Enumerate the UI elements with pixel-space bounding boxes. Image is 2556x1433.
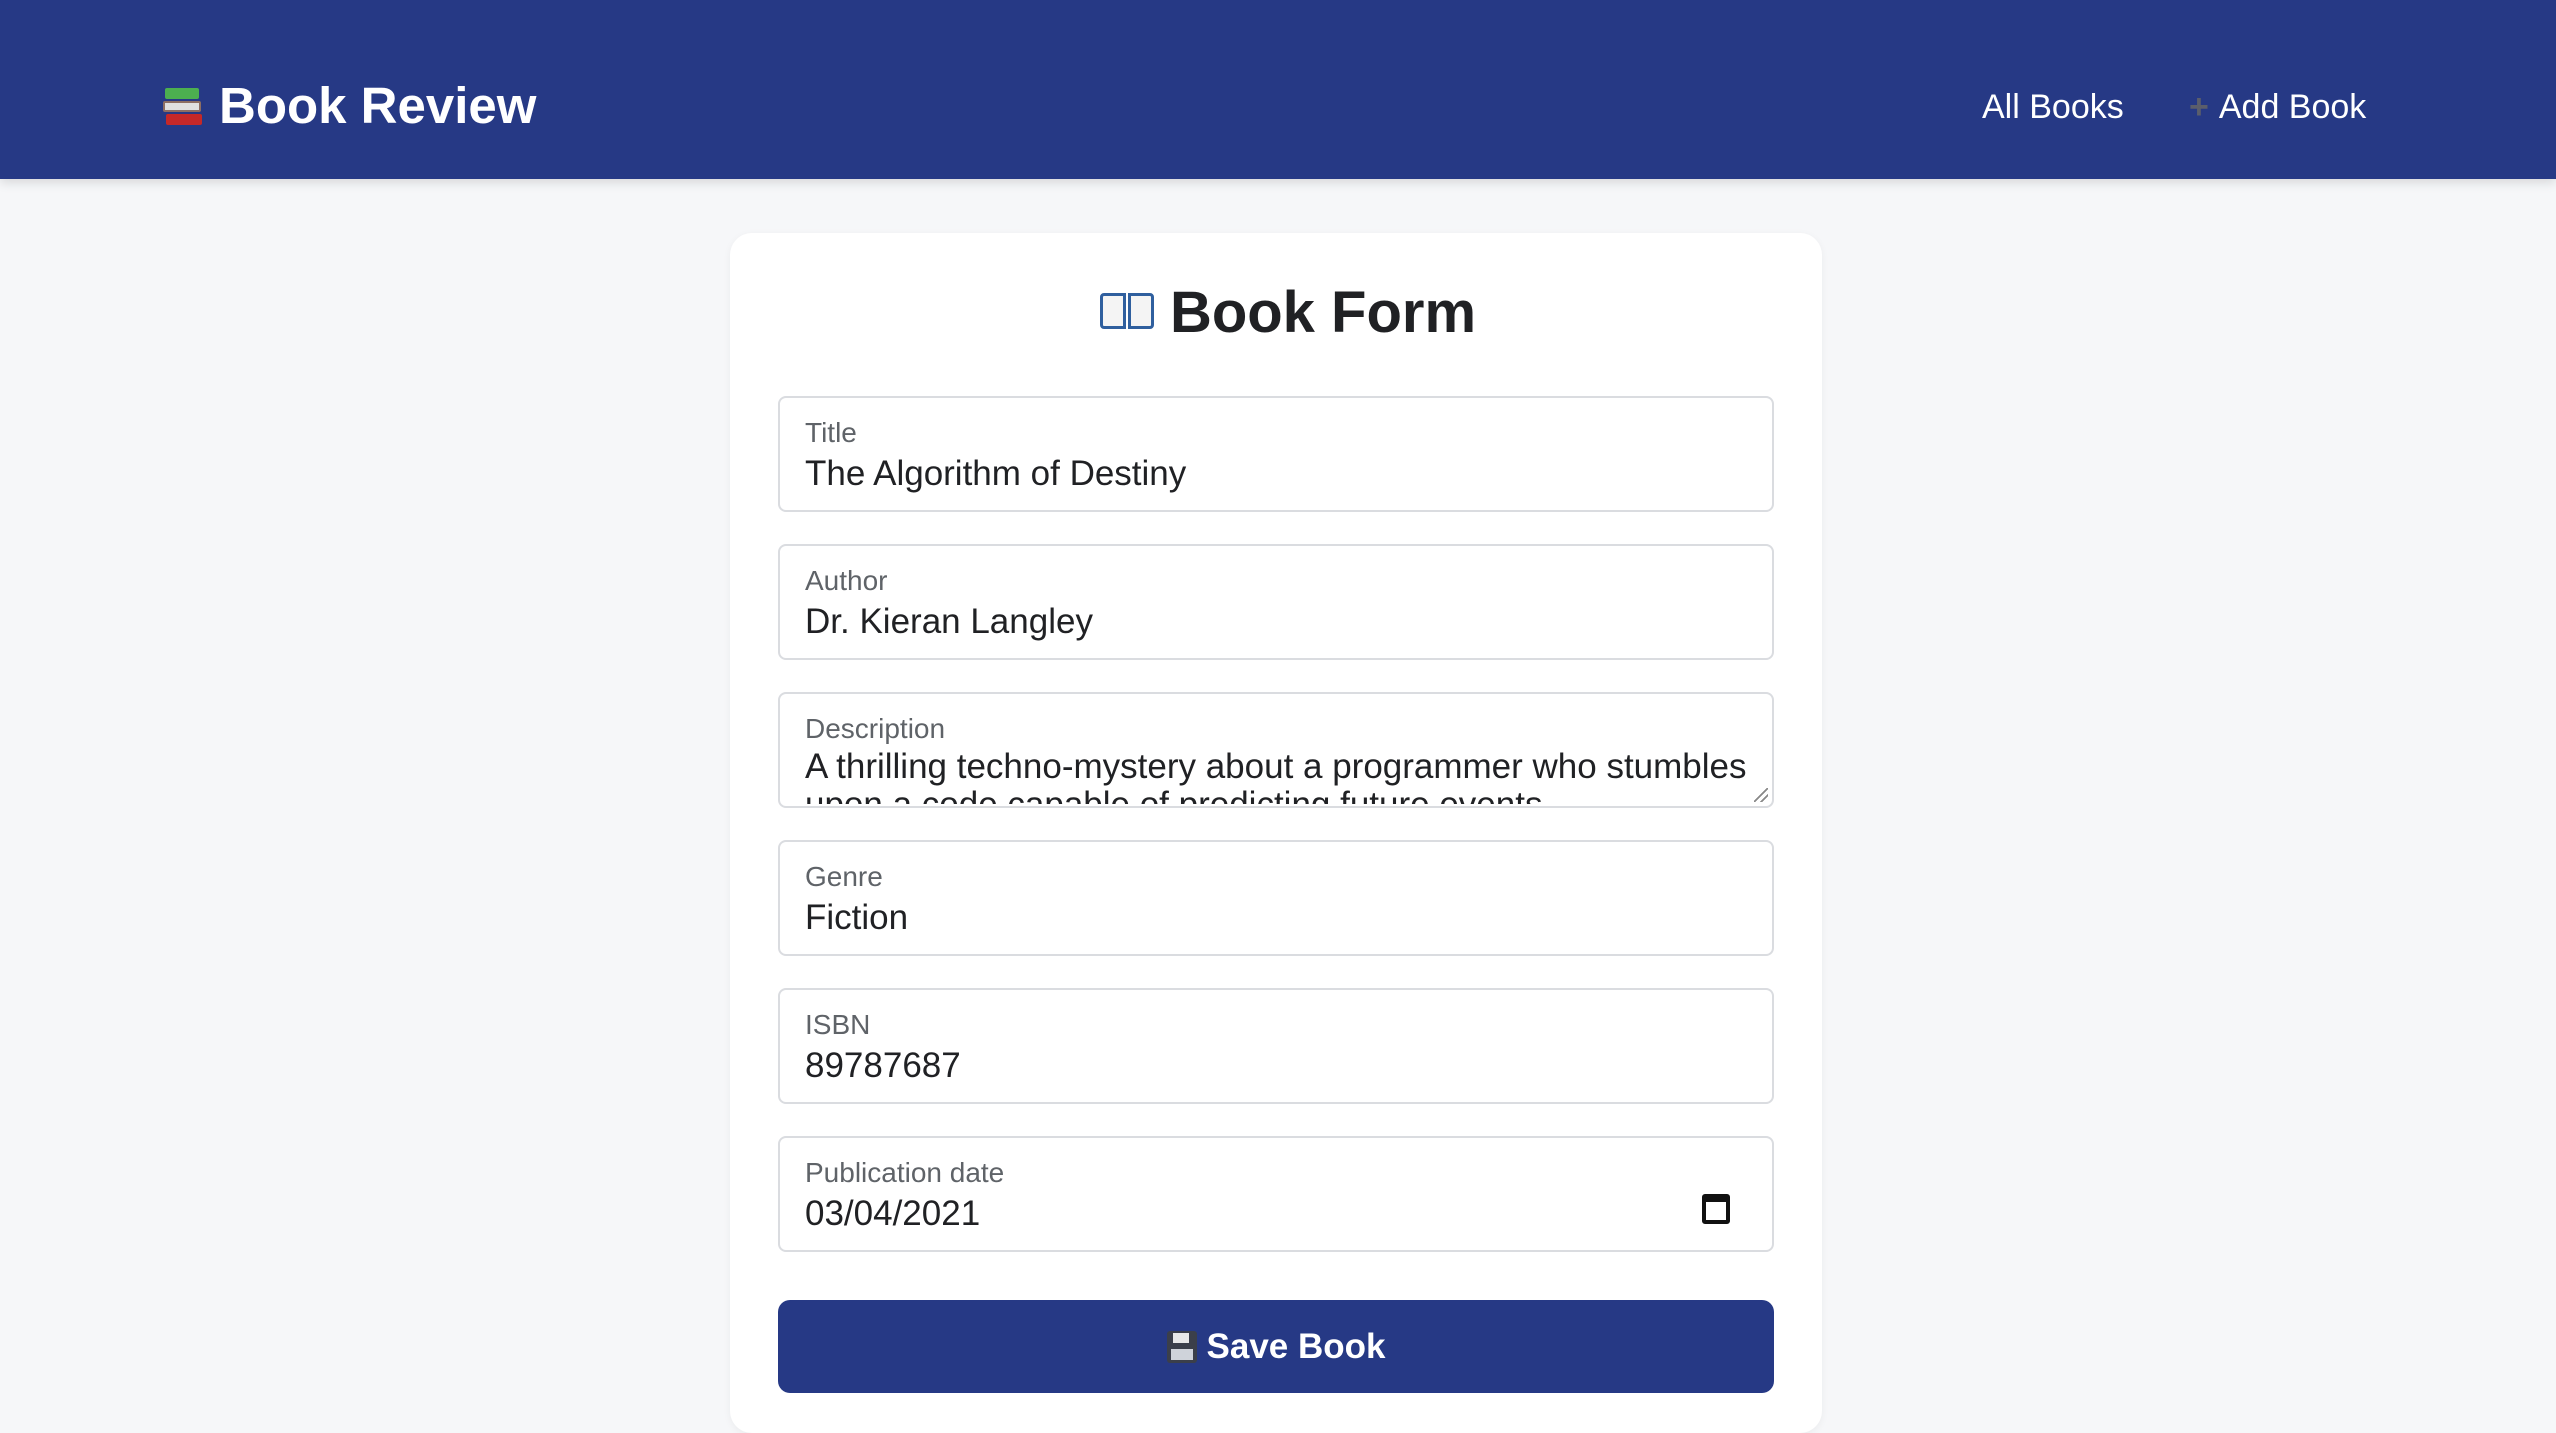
title-field[interactable]: Title The Algorithm of Destiny (778, 396, 1774, 512)
title-label: Title (805, 417, 857, 448)
navbar: Book Review All Books + Add Book (0, 0, 2556, 179)
nav-link-add-book-label: Add Book (2218, 88, 2367, 126)
genre-label: Genre (805, 861, 883, 892)
resize-handle-icon[interactable] (1754, 788, 1768, 802)
save-book-label: Save Book (1206, 1326, 1386, 1366)
form-heading: Book Form (0, 278, 2556, 348)
floppy-disk-icon (1166, 1330, 1197, 1363)
genre-field[interactable]: Genre Fiction (778, 840, 1774, 956)
open-book-icon (1099, 293, 1154, 333)
isbn-input[interactable]: 89787687 (805, 1044, 1747, 1088)
brand-logo[interactable]: Book Review (163, 78, 536, 134)
isbn-label: ISBN (805, 1009, 871, 1040)
author-input[interactable]: Dr. Kieran Langley (805, 600, 1747, 644)
genre-input[interactable]: Fiction (805, 896, 1747, 940)
brand-title: Book Review (219, 77, 537, 134)
description-field[interactable]: Description A thrilling techno-mystery a… (778, 692, 1774, 808)
save-book-button[interactable]: Save Book (778, 1300, 1774, 1393)
nav-link-add-book[interactable]: + Add Book (2189, 86, 2366, 128)
isbn-field[interactable]: ISBN 89787687 (778, 988, 1774, 1104)
description-textarea[interactable]: A thrilling techno-mystery about a progr… (805, 748, 1747, 804)
books-icon (163, 84, 203, 128)
publication-date-label: Publication date (805, 1157, 1005, 1188)
author-label: Author (805, 565, 888, 596)
title-input[interactable]: The Algorithm of Destiny (805, 452, 1747, 496)
description-label: Description (805, 713, 946, 744)
publication-date-input[interactable]: 03/04/2021 (805, 1192, 1747, 1236)
nav-link-all-books[interactable]: All Books (1982, 86, 2124, 128)
calendar-icon[interactable] (1702, 1194, 1730, 1224)
plus-icon: + (2189, 88, 2209, 126)
author-field[interactable]: Author Dr. Kieran Langley (778, 544, 1774, 660)
form-title: Book Form (1169, 280, 1477, 345)
publication-date-field[interactable]: Publication date 03/04/2021 (778, 1136, 1774, 1252)
